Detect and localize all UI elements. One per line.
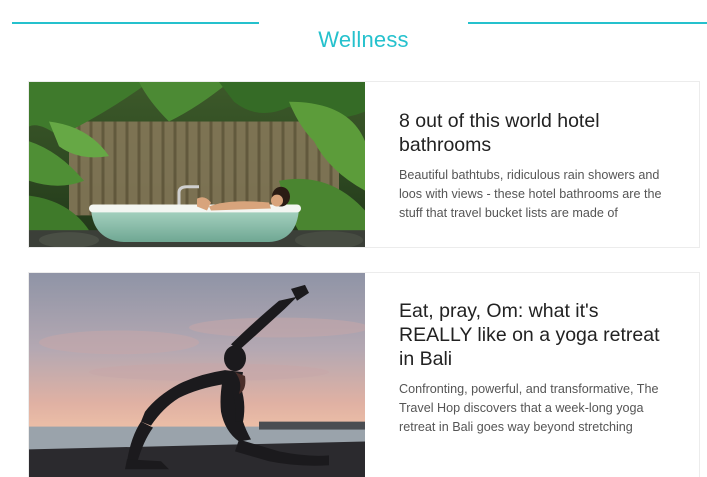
article-text: Eat, pray, Om: what it's REALLY like on … bbox=[399, 299, 674, 437]
yoga-silhouette-sunset-photo bbox=[29, 273, 365, 477]
article-text: 8 out of this world hotel bathrooms Beau… bbox=[399, 109, 674, 223]
section-header: Wellness bbox=[0, 0, 707, 52]
header-divider-right bbox=[468, 22, 707, 24]
article-card[interactable]: Eat, pray, Om: what it's REALLY like on … bbox=[28, 272, 700, 477]
section-title: Wellness bbox=[318, 27, 409, 53]
article-description: Beautiful bathtubs, ridiculous rain show… bbox=[399, 168, 662, 220]
article-card[interactable]: 8 out of this world hotel bathrooms Beau… bbox=[28, 81, 700, 248]
article-thumbnail[interactable] bbox=[29, 82, 365, 247]
article-thumbnail[interactable] bbox=[29, 273, 365, 477]
article-title[interactable]: 8 out of this world hotel bathrooms bbox=[399, 109, 674, 157]
article-description: Confronting, powerful, and transformativ… bbox=[399, 382, 659, 434]
outdoor-bathtub-jungle-photo bbox=[29, 82, 365, 247]
wellness-section: Wellness 8 out of this world hotel bathr… bbox=[0, 0, 707, 477]
article-title[interactable]: Eat, pray, Om: what it's REALLY like on … bbox=[399, 299, 674, 371]
header-divider-left bbox=[12, 22, 259, 24]
